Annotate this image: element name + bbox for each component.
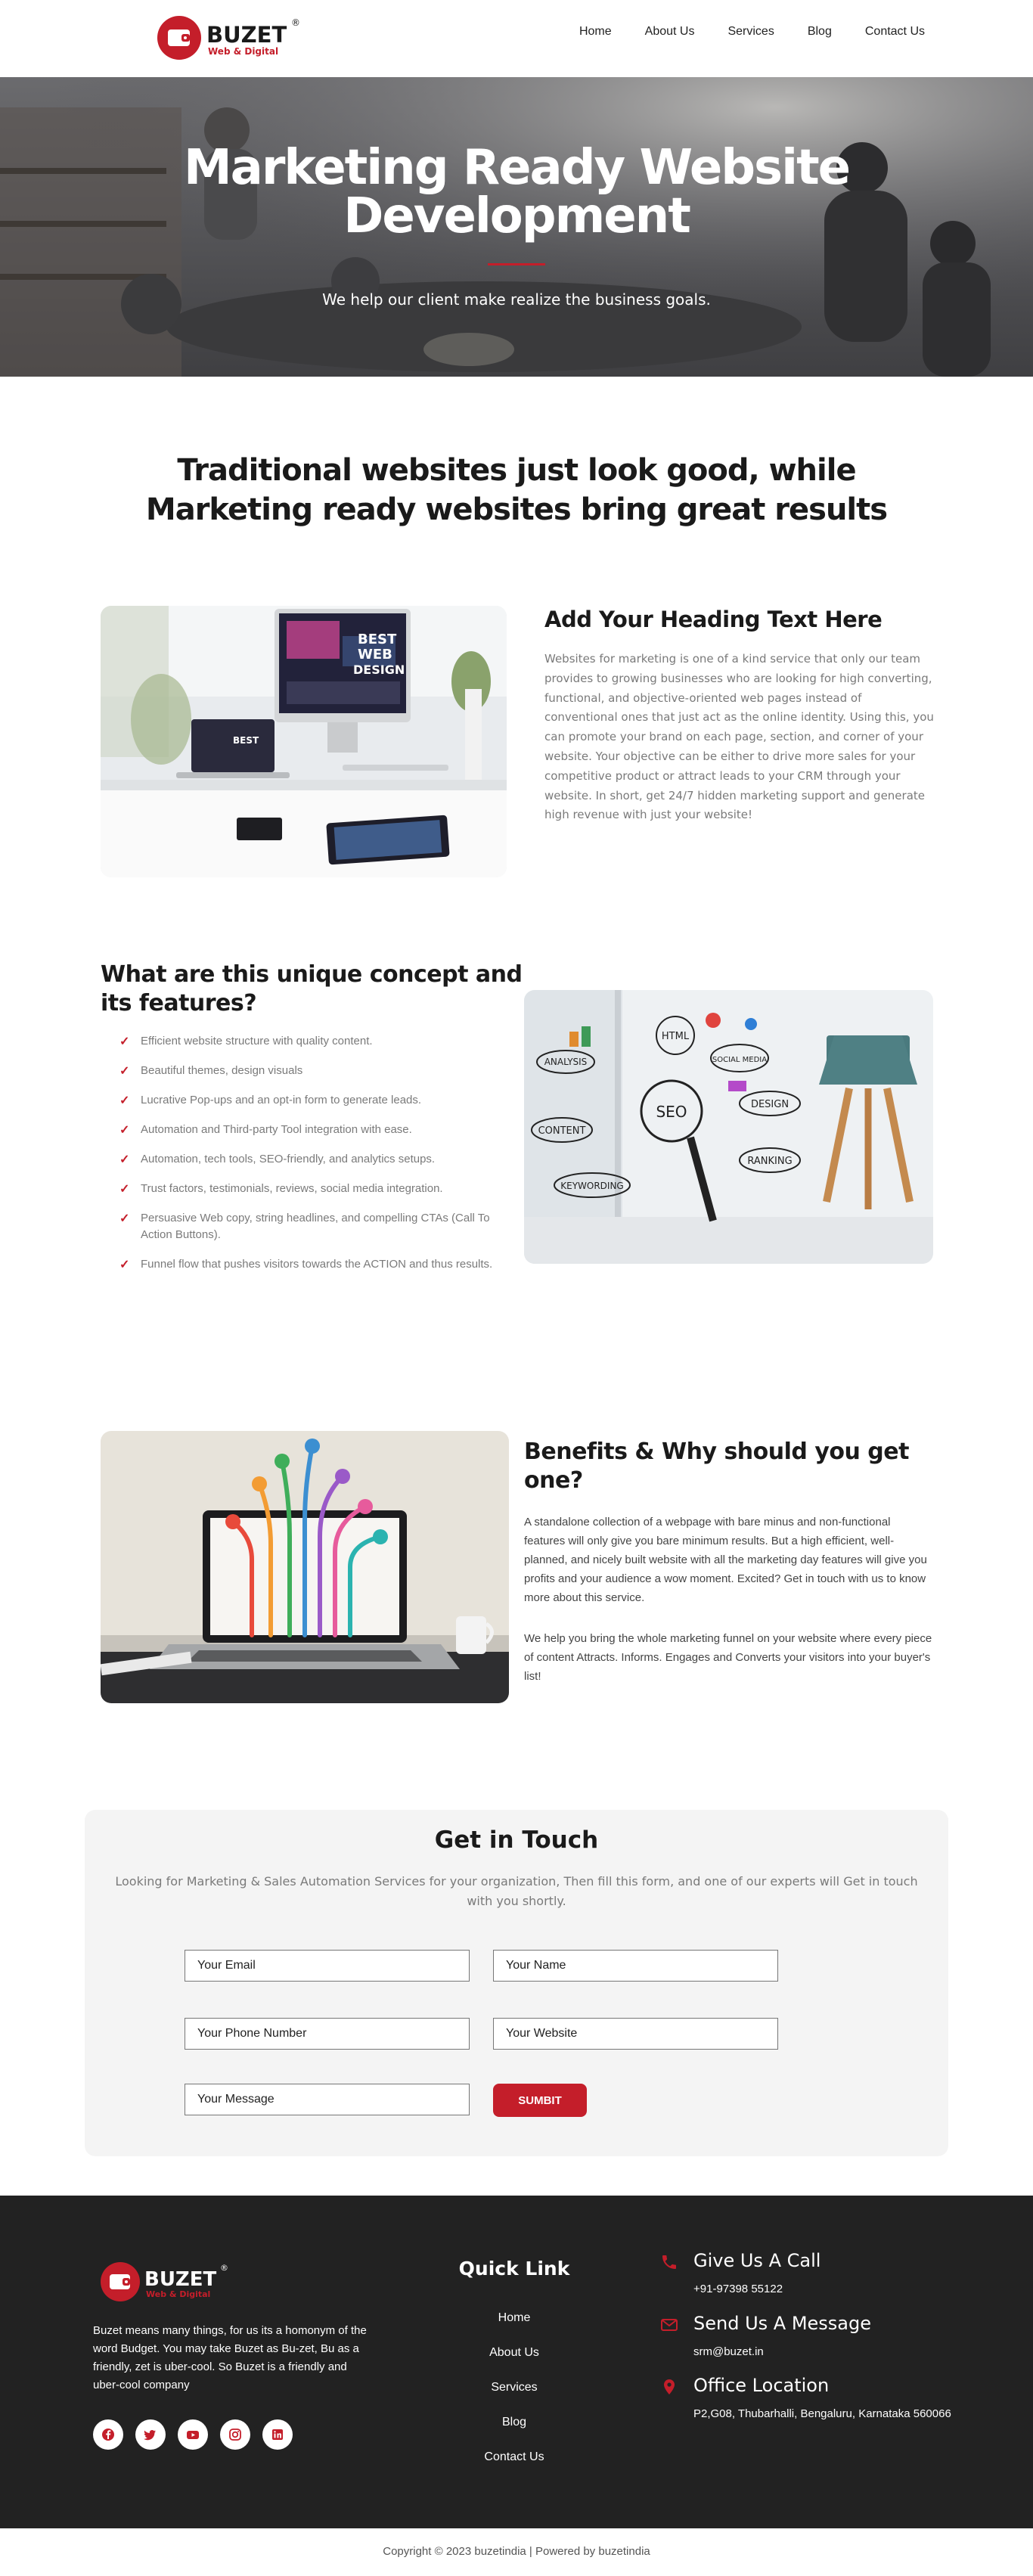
features-list: ✓ Efficient website structure with qualit…: [119, 1033, 513, 1286]
image-text-web: WEB: [358, 647, 392, 663]
hero-title-line-1: Marketing Ready Website: [183, 140, 851, 196]
envelope-icon: [661, 2319, 678, 2331]
list-item: ✓ Funnel flow that pushes visitors toward…: [119, 1256, 513, 1273]
hero-subtitle: We help our client make realize the busi…: [322, 290, 711, 309]
nav-about-us[interactable]: About Us: [628, 23, 712, 41]
image-label-seo: SEO: [656, 1103, 687, 1121]
benefits-heading: Benefits & Why should you get one?: [524, 1439, 909, 1494]
site-header: BUZET ® Web & Digital Home About Us Serv…: [0, 0, 1033, 77]
phone-icon: [662, 2255, 676, 2269]
location-title: Office Location: [693, 2375, 830, 2396]
location-value: P2,G08, Thubarhalli, Bengaluru, Karnatak…: [693, 2407, 951, 2420]
copyright-text: Copyright © 2023 buzetindia | Powered by…: [383, 2545, 650, 2558]
message-field[interactable]: [185, 2084, 470, 2115]
features-heading: What are this unique concept and its fea…: [101, 961, 523, 1016]
youtube-icon[interactable]: [178, 2419, 208, 2450]
benefits-paragraph-2: We help you bring the whole marketing fu…: [524, 1632, 932, 1683]
instagram-icon[interactable]: [220, 2419, 250, 2450]
list-item: ✓ Beautiful themes, design visuals: [119, 1063, 513, 1079]
image-text-best: BEST: [358, 632, 397, 647]
quick-link-title: Quick Link: [458, 2258, 570, 2280]
logo-tagline: Web & Digital: [208, 46, 278, 57]
main-nav: Home About Us Services Blog Contact Us: [563, 23, 925, 41]
message-title: Send Us A Message: [693, 2313, 872, 2334]
hero-divider: [488, 263, 545, 265]
call-value[interactable]: +91-97398 55122: [693, 2280, 966, 2298]
check-icon: ✓: [119, 1124, 130, 1137]
list-item: ✓ Efficient website structure with qualit…: [119, 1033, 513, 1050]
footer-logo-wordmark: BUZET: [144, 2268, 217, 2291]
image-label-design: DESIGN: [751, 1099, 789, 1110]
nav-services[interactable]: Services: [711, 23, 790, 41]
social-links: [93, 2419, 293, 2450]
footer-logo[interactable]: BUZET ® Web & Digital: [99, 2258, 235, 2305]
linkedin-icon[interactable]: [262, 2419, 293, 2450]
website-field[interactable]: [493, 2018, 778, 2050]
nav-blog[interactable]: Blog: [791, 23, 848, 41]
benefits-paragraph-1: A standalone collection of a webpage wit…: [524, 1516, 927, 1604]
laptop-network-image: [101, 1431, 509, 1703]
image-text-laptop: BEST: [233, 735, 259, 746]
contact-title: Get in Touch: [434, 1826, 599, 1854]
nav-contact-us[interactable]: Contact Us: [848, 23, 925, 41]
logo-registered-mark: ®: [291, 17, 300, 28]
email-field[interactable]: [185, 1950, 470, 1982]
footer-link-blog[interactable]: Blog: [454, 2413, 575, 2432]
location-pin-icon: [664, 2379, 675, 2394]
image-label-keywording: KEYWORDING: [560, 1181, 623, 1191]
site-footer: BUZET ® Web & Digital Buzet means many t…: [0, 2196, 1033, 2528]
site-logo[interactable]: BUZET ® Web & Digital: [157, 14, 308, 62]
footer-link-services[interactable]: Services: [454, 2379, 575, 2397]
logo-wordmark: BUZET: [206, 22, 287, 48]
twitter-icon[interactable]: [135, 2419, 166, 2450]
check-icon: ✓: [119, 1035, 130, 1048]
footer-logo-registered-mark: ®: [220, 2263, 228, 2273]
call-title: Give Us A Call: [693, 2250, 821, 2271]
hero-title: Marketing Ready Website Development: [0, 144, 1033, 241]
content-paragraph: Websites for marketing is one of a kind …: [544, 652, 934, 822]
name-field[interactable]: [493, 1950, 778, 1982]
check-icon: ✓: [119, 1153, 130, 1166]
footer-about-text: Buzet means many things, for us its a ho…: [93, 2324, 367, 2391]
contact-subtitle: Looking for Marketing & Sales Automation…: [115, 1874, 918, 1908]
list-item: ✓ Trust factors, testimonials, reviews, s…: [119, 1181, 513, 1197]
web-design-workspace-image: BEST WEB DESIGN BEST: [101, 606, 507, 877]
image-label-social-media: SOCIAL MEDIA: [712, 1056, 767, 1064]
image-label-content: CONTENT: [538, 1125, 586, 1137]
check-icon: ✓: [119, 1212, 130, 1225]
footer-link-contact-us[interactable]: Contact Us: [454, 2448, 575, 2466]
nav-home[interactable]: Home: [563, 23, 628, 41]
hero-title-line-2: Development: [343, 188, 691, 244]
list-item: ✓ Persuasive Web copy, string headlines, …: [119, 1212, 490, 1241]
message-value[interactable]: srm@buzet.in: [693, 2343, 966, 2361]
footer-link-about-us[interactable]: About Us: [454, 2344, 575, 2362]
list-item: ✓ Automation and Third-party Tool integra…: [119, 1122, 513, 1138]
list-item: ✓ Automation, tech tools, SEO-friendly, a…: [119, 1151, 513, 1168]
list-item: ✓ Lucrative Pop-ups and an opt-in form to…: [119, 1092, 513, 1109]
check-icon: ✓: [119, 1065, 130, 1078]
phone-field[interactable]: [185, 2018, 470, 2050]
content-heading: Add Your Heading Text Here: [544, 607, 883, 632]
submit-button[interactable]: SUMBIT: [493, 2084, 587, 2117]
check-icon: ✓: [119, 1094, 130, 1107]
seo-concept-image: ANALYSIS HTML SOCIAL MEDIA CONTENT SEO D…: [524, 990, 933, 1264]
image-label-ranking: RANKING: [747, 1156, 792, 1167]
image-label-html: HTML: [662, 1031, 690, 1042]
check-icon: ✓: [119, 1183, 130, 1196]
image-text-design: DESIGN: [353, 663, 405, 677]
quick-link-list: Home About Us Services Blog Contact Us: [454, 2309, 575, 2483]
section-title: Traditional websites just look good, whi…: [145, 453, 888, 527]
hero-banner: Marketing Ready Website Development We h…: [0, 77, 1033, 377]
image-label-analysis: ANALYSIS: [544, 1057, 588, 1067]
facebook-icon[interactable]: [93, 2419, 123, 2450]
footer-logo-tagline: Web & Digital: [146, 2289, 210, 2299]
check-icon: ✓: [119, 1259, 130, 1271]
contact-form-section: Get in Touch Looking for Marketing & Sal…: [85, 1810, 948, 2156]
footer-link-home[interactable]: Home: [454, 2309, 575, 2327]
